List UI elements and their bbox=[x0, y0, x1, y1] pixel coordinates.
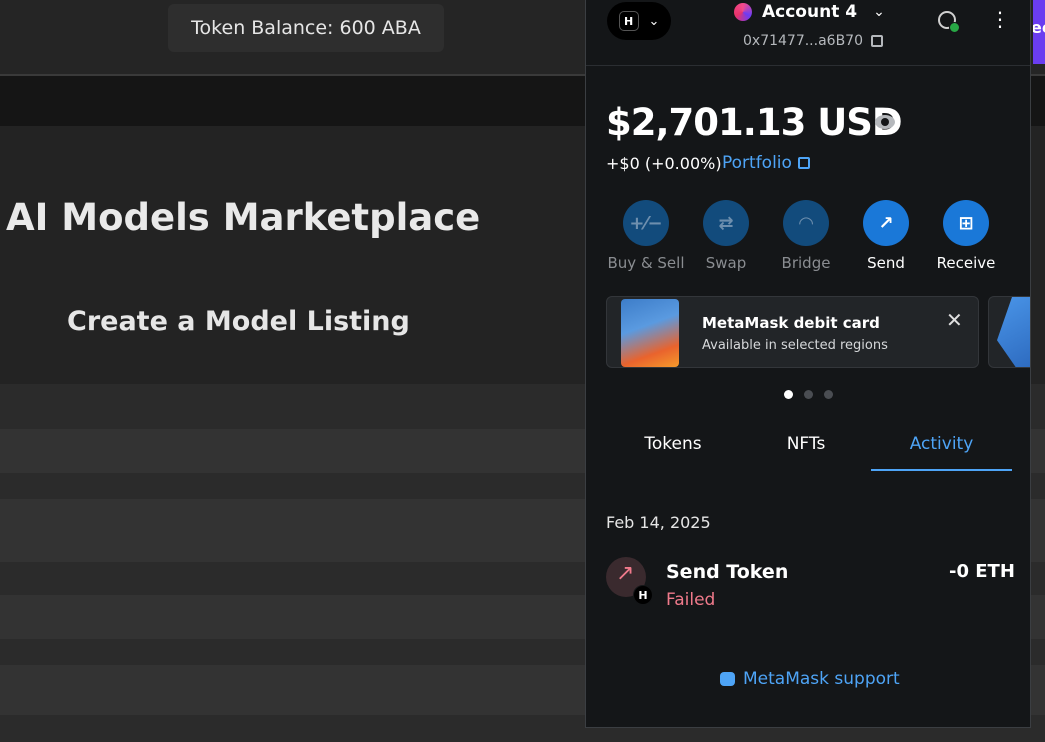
metamask-header: H ⌄ Account 4 ⌄ 0x71477...a6B70 ⋮ bbox=[586, 0, 1030, 66]
portfolio-label: Portfolio bbox=[722, 153, 792, 173]
account-picker[interactable]: Account 4 ⌄ bbox=[734, 0, 885, 25]
transaction-amount: -0 ETH bbox=[949, 561, 1015, 582]
promo-card-title: MetaMask debit card bbox=[702, 314, 880, 332]
eye-icon[interactable] bbox=[875, 115, 895, 129]
external-link-icon bbox=[797, 157, 810, 169]
chat-icon bbox=[720, 672, 735, 686]
account-address: 0x71477...a6B70 bbox=[743, 33, 863, 49]
promo-illustration bbox=[997, 297, 1030, 367]
chevron-down-icon: ⌄ bbox=[648, 13, 660, 29]
balance-change: +$0 (+0.00%) bbox=[606, 154, 722, 173]
send-button[interactable]: ↗ Send bbox=[846, 200, 926, 272]
carousel-dot[interactable] bbox=[824, 390, 833, 399]
copy-icon bbox=[870, 35, 883, 47]
bridge-button[interactable]: ◠ Bridge bbox=[766, 200, 846, 272]
section-heading: Create a Model Listing bbox=[67, 306, 410, 337]
metamask-popup: H ⌄ Account 4 ⌄ 0x71477...a6B70 ⋮ $2,701… bbox=[585, 0, 1031, 728]
transaction-title[interactable]: Send Token bbox=[666, 561, 788, 583]
promo-card-next[interactable] bbox=[988, 296, 1030, 368]
account-address-copy[interactable]: 0x71477...a6B70 bbox=[743, 33, 883, 49]
total-balance: $2,701.13 USD bbox=[606, 101, 903, 144]
connect-button-edge[interactable]: ect bbox=[1033, 0, 1045, 64]
tab-nfts[interactable]: NFTs bbox=[740, 419, 872, 469]
connect-button-label: ect bbox=[1033, 18, 1045, 37]
promo-card-subtitle: Available in selected regions bbox=[702, 338, 888, 353]
chevron-down-icon: ⌄ bbox=[873, 4, 885, 20]
receive-button[interactable]: ⊞ Receive bbox=[926, 200, 1006, 272]
account-avatar bbox=[734, 3, 752, 21]
account-name: Account 4 bbox=[762, 2, 858, 22]
promo-card[interactable]: MetaMask debit card Available in selecte… bbox=[606, 296, 979, 368]
transaction-status: Failed bbox=[666, 590, 716, 610]
action-buttons: +⁄− Buy & Sell ⇄ Swap ◠ Bridge ↗ Send ⊞ … bbox=[606, 200, 1010, 274]
send-arrow-icon: ↗ bbox=[863, 200, 909, 246]
support-label: MetaMask support bbox=[743, 669, 900, 689]
receive-label: Receive bbox=[936, 254, 996, 272]
asset-tabs: Tokens NFTs Activity bbox=[606, 419, 1012, 471]
buy-sell-label: Buy & Sell bbox=[607, 254, 685, 272]
bridge-label: Bridge bbox=[781, 254, 831, 272]
network-picker-button[interactable]: H ⌄ bbox=[607, 2, 671, 40]
more-options-kebab-icon[interactable]: ⋮ bbox=[990, 9, 1010, 29]
qr-icon: ⊞ bbox=[943, 200, 989, 246]
carousel-dot[interactable] bbox=[804, 390, 813, 399]
swap-label: Swap bbox=[705, 254, 747, 272]
page-title: AI Models Marketplace bbox=[6, 196, 481, 239]
network-badge: H bbox=[633, 585, 653, 605]
close-icon[interactable]: ✕ bbox=[946, 310, 963, 330]
network-badge: H bbox=[618, 11, 639, 31]
debit-card-illustration bbox=[621, 299, 679, 367]
send-arrow-icon: ↗ bbox=[616, 561, 635, 586]
activity-date: Feb 14, 2025 bbox=[606, 513, 711, 532]
portfolio-link[interactable]: Portfolio bbox=[722, 153, 810, 173]
tab-tokens[interactable]: Tokens bbox=[606, 419, 740, 469]
carousel-dot[interactable] bbox=[784, 390, 793, 399]
swap-icon: ⇄ bbox=[703, 200, 749, 246]
send-label: Send bbox=[867, 254, 905, 272]
carousel-dots bbox=[784, 390, 833, 399]
buy-sell-icon: +⁄− bbox=[623, 200, 669, 246]
token-balance-pill: Token Balance: 600 ABA bbox=[168, 4, 444, 52]
buy-sell-button[interactable]: +⁄− Buy & Sell bbox=[606, 200, 686, 272]
swap-button[interactable]: ⇄ Swap bbox=[686, 200, 766, 272]
tab-activity[interactable]: Activity bbox=[871, 419, 1012, 471]
support-link[interactable]: MetaMask support bbox=[720, 669, 900, 689]
connection-status-dot bbox=[949, 22, 960, 33]
bridge-icon: ◠ bbox=[783, 200, 829, 246]
